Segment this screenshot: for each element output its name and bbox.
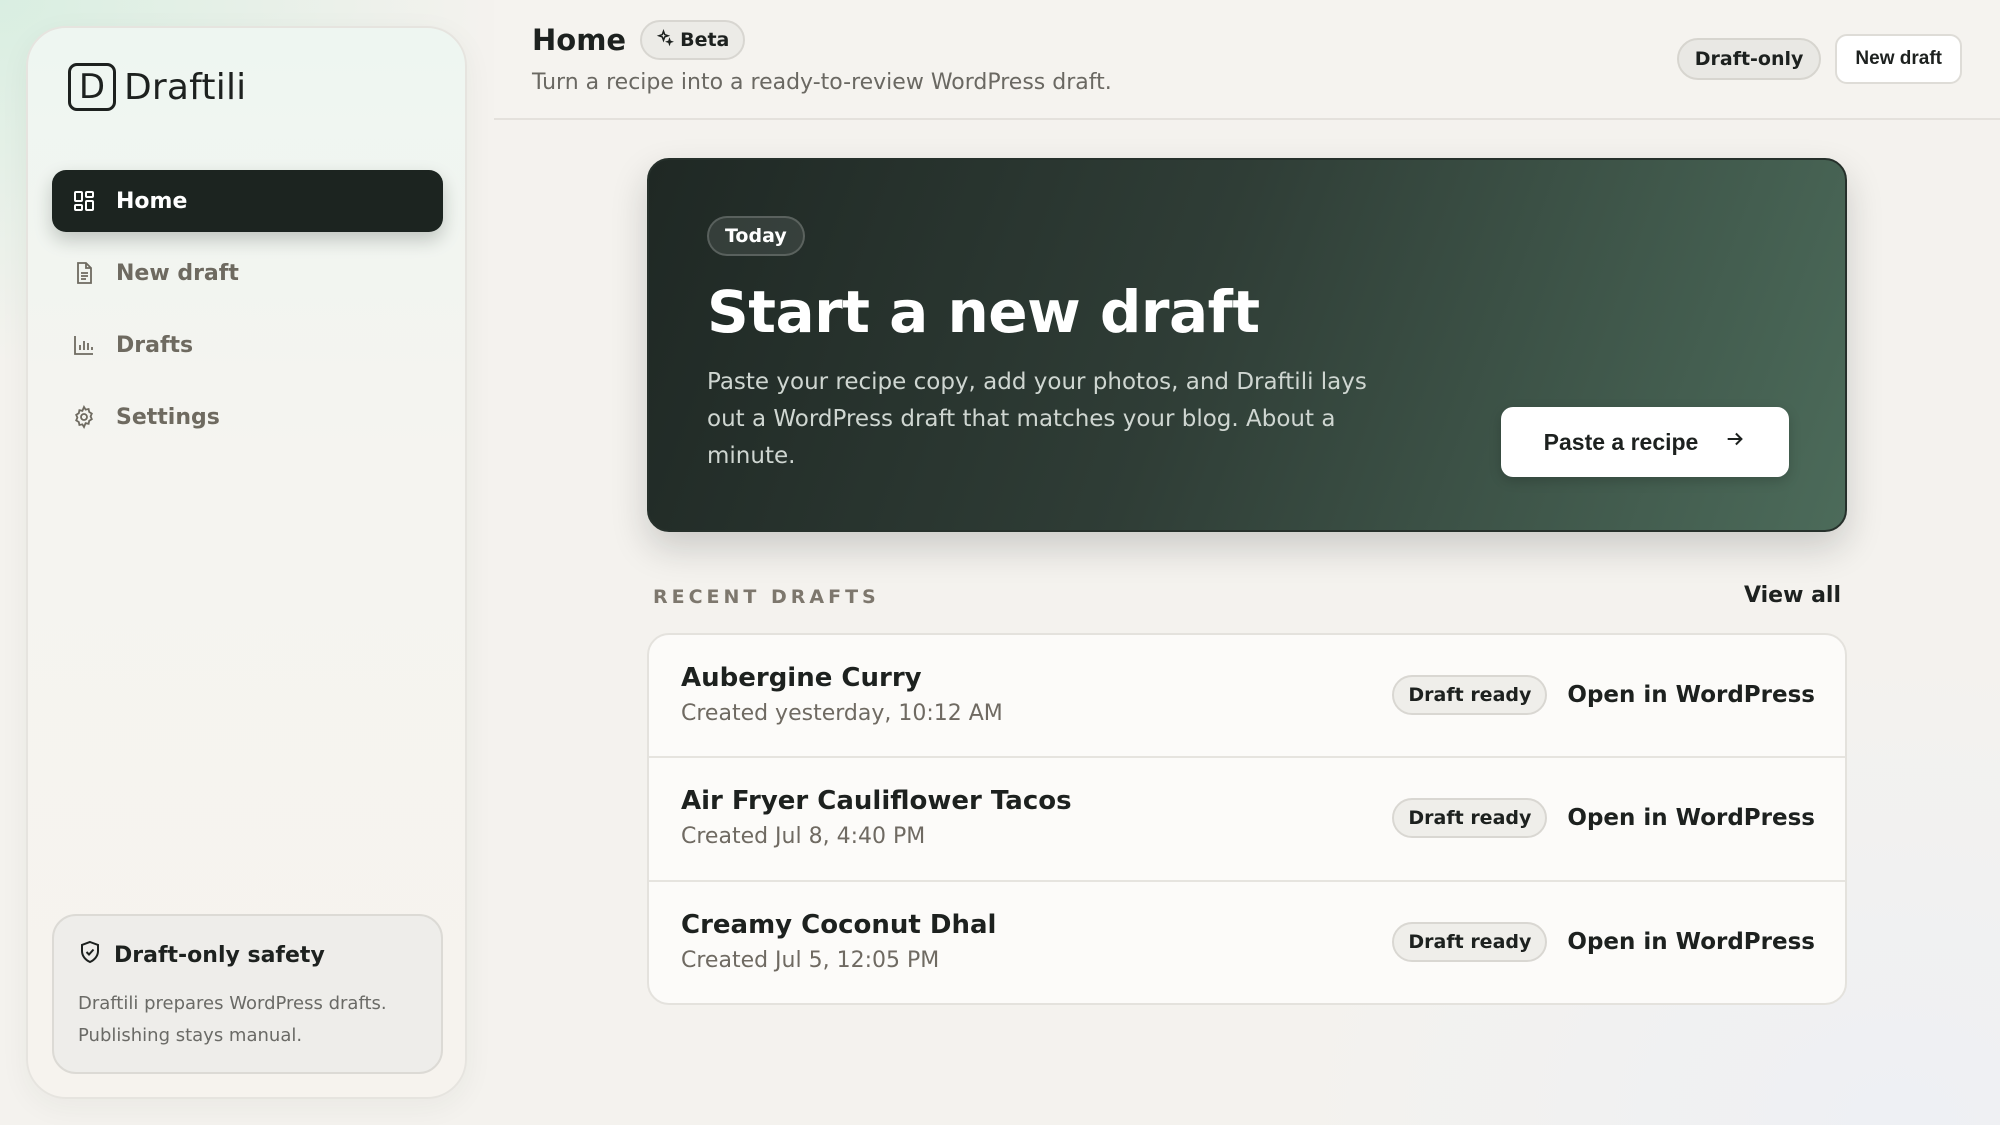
row-actions: Draft ready Open in WordPress bbox=[1392, 675, 1815, 715]
draft-title: Aubergine Curry bbox=[681, 663, 922, 693]
status-badge: Draft ready bbox=[1392, 798, 1548, 839]
safety-title: Draft-only safety bbox=[114, 942, 325, 968]
sidebar-item-drafts[interactable]: Drafts bbox=[52, 314, 443, 376]
title-row: Home Beta bbox=[532, 20, 746, 60]
arrow-right-icon bbox=[1724, 428, 1746, 456]
row-actions: Draft ready Open in WordPress bbox=[1392, 798, 1815, 839]
recent-drafts-heading: RECENT DRAFTS bbox=[653, 586, 880, 608]
draft-created: Created Jul 8, 4:40 PM bbox=[681, 824, 926, 850]
safety-card: Draft-only safety Draftili prepares Word… bbox=[52, 914, 443, 1074]
list-item: Aubergine Curry Created yesterday, 10:12… bbox=[649, 635, 1845, 759]
page-title: Home bbox=[532, 23, 627, 57]
new-draft-button[interactable]: New draft bbox=[1835, 34, 1962, 84]
grid-icon bbox=[72, 189, 96, 213]
draft-title: Air Fryer Cauliflower Tacos bbox=[681, 786, 1072, 817]
view-all-link[interactable]: View all bbox=[1744, 583, 1841, 608]
hero-card: Today Start a new draft Paste your recip… bbox=[647, 158, 1847, 532]
sidebar-item-label: New draft bbox=[116, 260, 239, 286]
paste-recipe-button[interactable]: Paste a recipe bbox=[1501, 407, 1789, 477]
today-badge: Today bbox=[707, 216, 805, 256]
status-badge: Draft ready bbox=[1392, 921, 1548, 962]
open-in-wordpress-link[interactable]: Open in WordPress bbox=[1567, 929, 1815, 955]
sidebar-item-new-draft[interactable]: New draft bbox=[52, 242, 443, 304]
draft-created: Created Jul 5, 12:05 PM bbox=[681, 947, 940, 973]
shield-icon bbox=[78, 940, 102, 970]
draft-created: Created yesterday, 10:12 AM bbox=[681, 701, 1003, 726]
open-in-wordpress-link[interactable]: Open in WordPress bbox=[1567, 805, 1815, 831]
list-item: Creamy Coconut Dhal Created Jul 5, 12:05… bbox=[649, 882, 1845, 1003]
page-subtitle: Turn a recipe into a ready-to-review Wor… bbox=[532, 70, 1112, 95]
status-badge: Draft ready bbox=[1392, 675, 1548, 715]
safety-heading: Draft-only safety bbox=[78, 940, 417, 970]
gear-icon bbox=[72, 405, 96, 429]
sidebar-item-home[interactable]: Home bbox=[52, 170, 443, 232]
sidebar-item-settings[interactable]: Settings bbox=[52, 386, 443, 448]
hero-description: Paste your recipe copy, add your photos,… bbox=[707, 369, 1367, 469]
draft-only-badge: Draft-only bbox=[1676, 38, 1822, 80]
list-item: Air Fryer Cauliflower Tacos Created Jul … bbox=[649, 758, 1845, 882]
top-bar: Home Beta Turn a recipe into a ready-to-… bbox=[494, 0, 2000, 120]
beta-label: Beta bbox=[680, 29, 730, 51]
sidebar-item-label: Home bbox=[116, 188, 188, 214]
bar-chart-icon bbox=[72, 333, 96, 357]
brand-name: Draftili bbox=[124, 66, 247, 108]
paste-recipe-label: Paste a recipe bbox=[1543, 428, 1699, 455]
document-icon bbox=[72, 261, 96, 285]
sidebar: D Draftili Home New draft Drafts Setting… bbox=[26, 26, 467, 1099]
header-actions: Draft-only New draft bbox=[1676, 34, 1962, 84]
sparkle-icon bbox=[656, 28, 675, 52]
open-in-wordpress-link[interactable]: Open in WordPress bbox=[1567, 682, 1815, 708]
row-actions: Draft ready Open in WordPress bbox=[1392, 921, 1815, 962]
safety-text: Draftili prepares WordPress drafts. Publ… bbox=[78, 993, 387, 1046]
logo-mark: D bbox=[68, 63, 116, 111]
sidebar-item-label: Drafts bbox=[116, 332, 194, 358]
sidebar-item-label: Settings bbox=[116, 404, 220, 430]
draft-title: Creamy Coconut Dhal bbox=[681, 909, 997, 940]
recent-drafts-list: Aubergine Curry Created yesterday, 10:12… bbox=[647, 633, 1847, 1005]
hero-title: Start a new draft bbox=[707, 278, 1260, 346]
brand-logo[interactable]: D Draftili bbox=[68, 62, 246, 112]
beta-badge: Beta bbox=[640, 20, 746, 60]
sidebar-nav: Home New draft Drafts Settings bbox=[52, 170, 443, 458]
